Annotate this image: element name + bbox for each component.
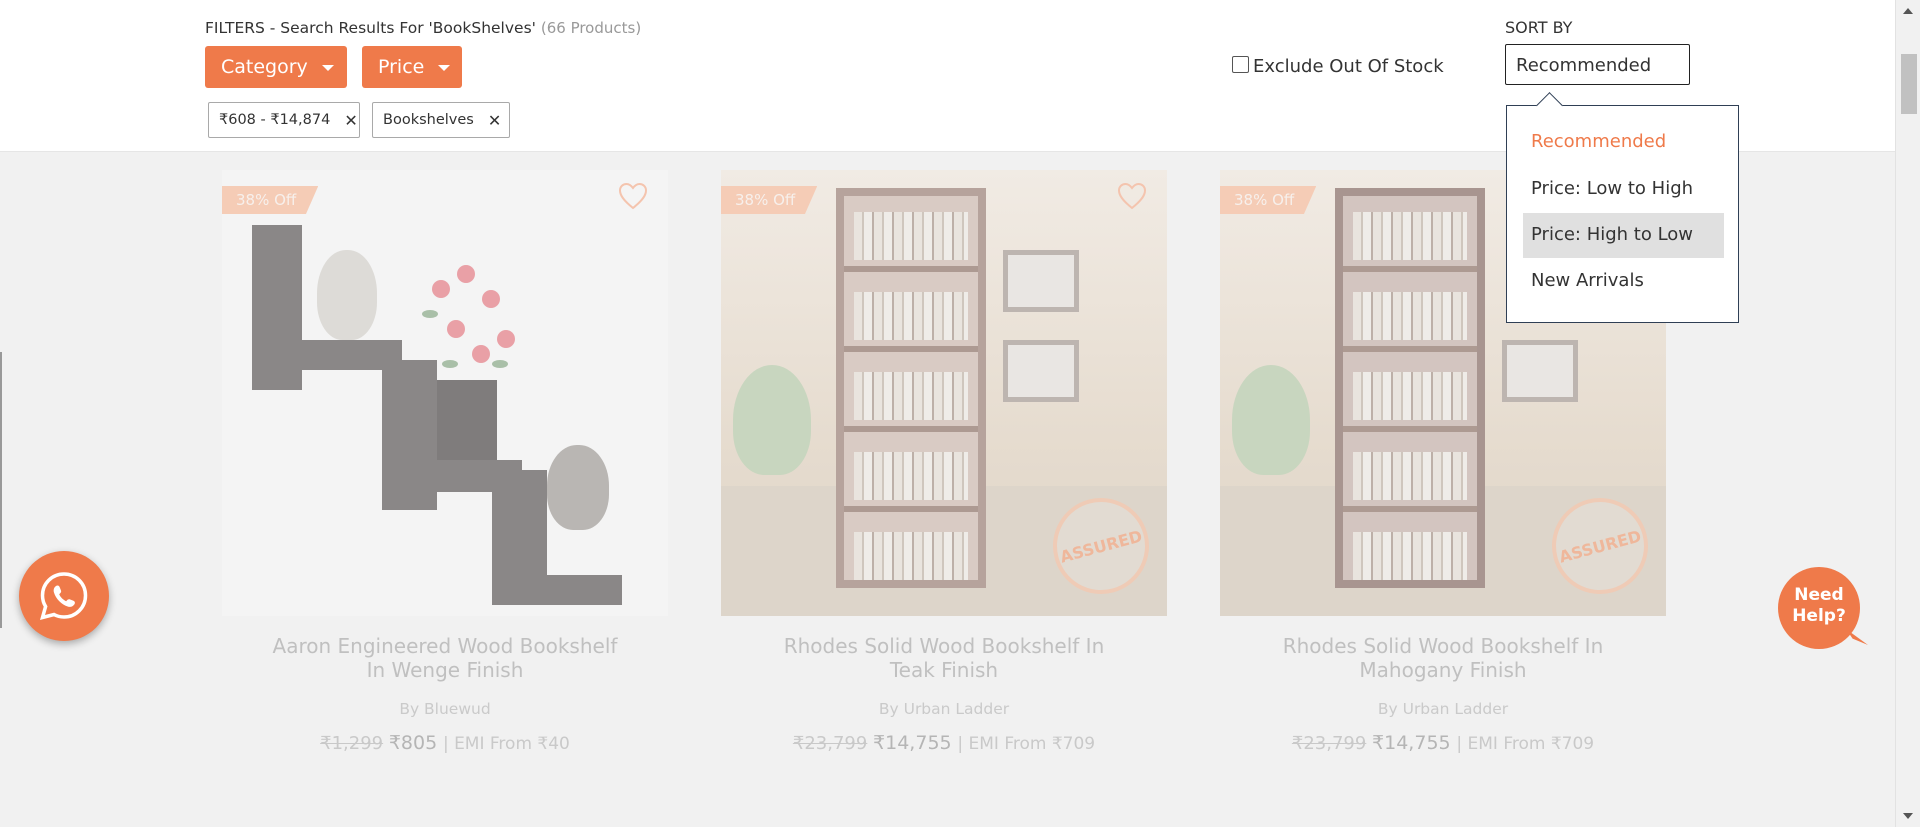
sort-option-recommended[interactable]: Recommended bbox=[1523, 120, 1724, 165]
caret-down-icon bbox=[321, 65, 334, 71]
whatsapp-icon bbox=[39, 572, 88, 620]
product-mrp: ₹1,299 bbox=[320, 733, 384, 754]
product-card[interactable]: 38% Off ASSURED Rhodes Solid Wood Booksh… bbox=[721, 170, 1167, 754]
product-name[interactable]: Aaron Engineered Wood Bookshelf In Wenge… bbox=[222, 634, 668, 682]
scroll-up-icon[interactable] bbox=[1903, 8, 1913, 14]
search-results-label: FILTERS - Search Results For 'BookShelve… bbox=[205, 19, 536, 37]
bookshelves-chip: Bookshelves ✕ bbox=[372, 102, 510, 138]
category-filter-button[interactable]: Category bbox=[205, 46, 347, 88]
exclude-out-of-stock-label: Exclude Out Of Stock bbox=[1253, 56, 1444, 77]
heart-icon[interactable] bbox=[1117, 182, 1147, 210]
product-price: ₹1,299 ₹805 | EMI From ₹40 bbox=[222, 732, 668, 754]
product-card[interactable]: 38% Off Aaron Engineered Wood Bookshelf … bbox=[222, 170, 668, 754]
page-scrollbar[interactable] bbox=[1895, 0, 1920, 827]
product-brand[interactable]: By Urban Ladder bbox=[1220, 700, 1666, 718]
search-results-title: FILTERS - Search Results For 'BookShelve… bbox=[205, 19, 641, 37]
product-price: ₹23,799 ₹14,755 | EMI From ₹709 bbox=[1220, 732, 1666, 754]
product-sale-price: ₹805 bbox=[388, 732, 438, 754]
product-brand[interactable]: By Urban Ladder bbox=[721, 700, 1167, 718]
product-price: ₹23,799 ₹14,755 | EMI From ₹709 bbox=[721, 732, 1167, 754]
product-mrp: ₹23,799 bbox=[792, 733, 868, 754]
sort-option-price-low-high[interactable]: Price: Low to High bbox=[1523, 167, 1724, 212]
sort-option-new-arrivals[interactable]: New Arrivals bbox=[1523, 259, 1724, 304]
price-filter-label: Price bbox=[378, 56, 425, 78]
product-photo bbox=[222, 170, 668, 616]
product-name[interactable]: Rhodes Solid Wood Bookshelf In Mahogany … bbox=[1220, 634, 1666, 682]
close-icon[interactable]: ✕ bbox=[488, 111, 501, 130]
product-sale-price: ₹14,755 bbox=[873, 732, 952, 754]
close-icon[interactable]: ✕ bbox=[344, 111, 357, 130]
price-range-chip: ₹608 - ₹14,874 ✕ bbox=[208, 102, 360, 138]
heart-icon[interactable] bbox=[618, 182, 648, 210]
caret-down-icon bbox=[438, 65, 451, 71]
discount-badge: 38% Off bbox=[222, 186, 319, 214]
category-filter-label: Category bbox=[221, 56, 308, 78]
product-image[interactable]: 38% Off bbox=[222, 170, 668, 616]
page-edge-divider bbox=[0, 352, 2, 628]
product-sale-price: ₹14,755 bbox=[1372, 732, 1451, 754]
product-name[interactable]: Rhodes Solid Wood Bookshelf In Teak Fini… bbox=[721, 634, 1167, 682]
product-image[interactable]: 38% Off ASSURED bbox=[721, 170, 1167, 616]
scroll-down-icon[interactable] bbox=[1903, 813, 1913, 819]
price-filter-button[interactable]: Price bbox=[362, 46, 462, 88]
product-count: (66 Products) bbox=[540, 19, 642, 37]
chip-label: ₹608 - ₹14,874 bbox=[219, 112, 331, 128]
exclude-out-of-stock-toggle[interactable]: Exclude Out Of Stock bbox=[1232, 56, 1444, 77]
sort-dropdown-menu: Recommended Price: Low to High Price: Hi… bbox=[1506, 105, 1739, 323]
exclude-out-of-stock-checkbox[interactable] bbox=[1232, 56, 1249, 73]
chip-label: Bookshelves bbox=[383, 112, 474, 128]
product-emi: | EMI From ₹40 bbox=[442, 734, 570, 754]
need-help-line1: Need bbox=[1794, 585, 1844, 605]
product-brand[interactable]: By Bluewud bbox=[222, 700, 668, 718]
discount-badge: 38% Off bbox=[721, 186, 818, 214]
discount-badge: 38% Off bbox=[1220, 186, 1317, 214]
sort-by-label: SORT BY bbox=[1505, 18, 1573, 37]
product-emi: | EMI From ₹709 bbox=[957, 734, 1096, 754]
sort-by-select[interactable]: Recommended bbox=[1505, 44, 1690, 85]
need-help-button[interactable]: Need Help? bbox=[1778, 567, 1860, 649]
product-mrp: ₹23,799 bbox=[1291, 733, 1367, 754]
whatsapp-button[interactable] bbox=[19, 551, 109, 641]
scroll-thumb[interactable] bbox=[1901, 54, 1917, 114]
product-emi: | EMI From ₹709 bbox=[1456, 734, 1595, 754]
need-help-line2: Help? bbox=[1792, 606, 1846, 626]
sort-option-price-high-low[interactable]: Price: High to Low bbox=[1523, 213, 1724, 258]
